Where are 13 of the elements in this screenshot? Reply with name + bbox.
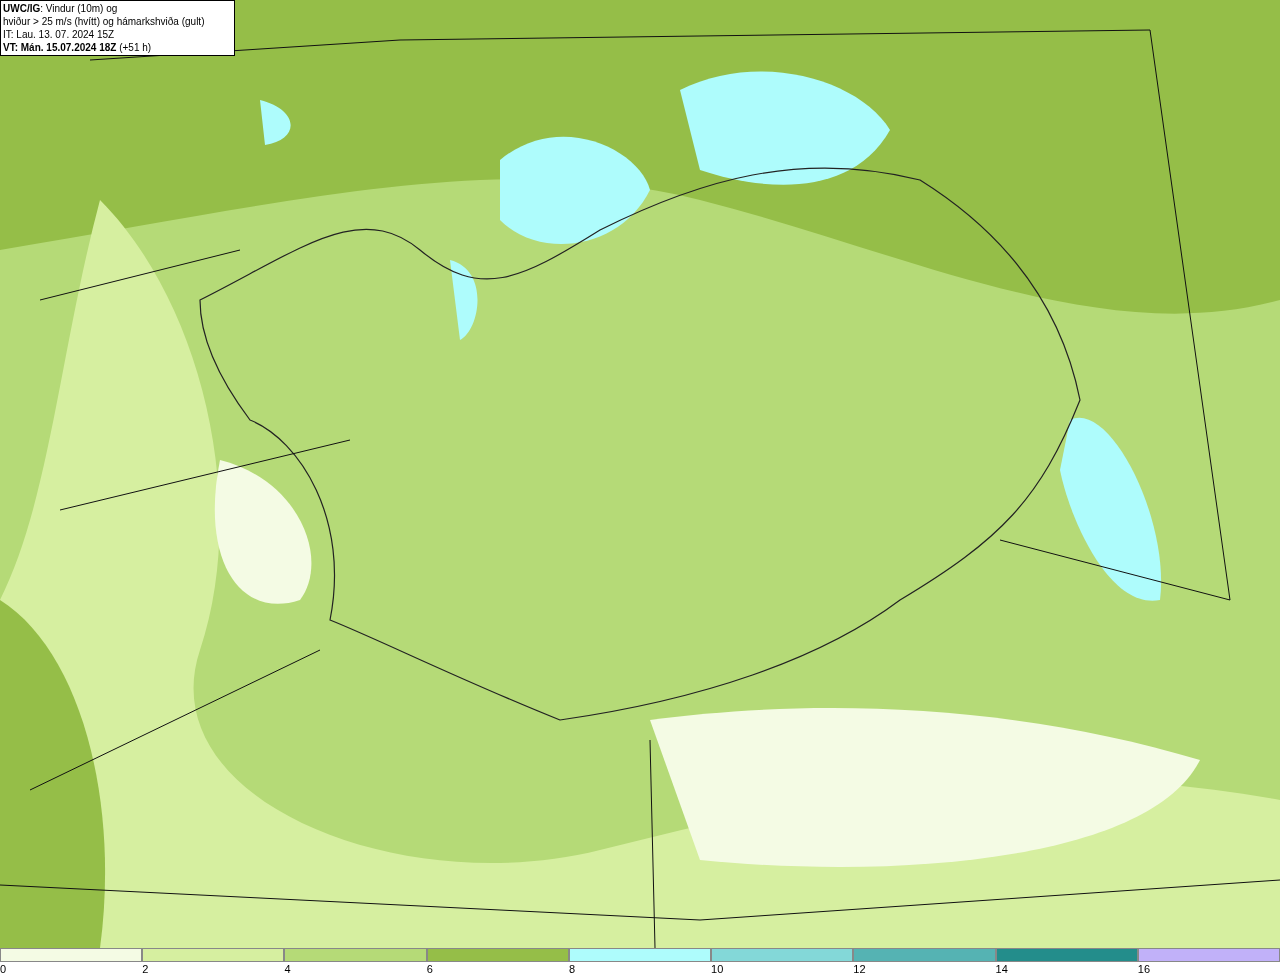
info-text: hviður > 25 m/s (hvítt) og hámarkshviða (gult) [3, 15, 206, 28]
legend-label: 16 [1137, 962, 1150, 977]
legend-label: 8 [568, 962, 575, 977]
info-text: VT: Mán. 15.07.2024 18Z (+51 h) [3, 41, 153, 54]
legend-label: 10 [711, 962, 724, 977]
legend-label: 6 [426, 962, 433, 977]
legend-label: 2 [142, 962, 149, 977]
legend-label: 14 [995, 962, 1008, 977]
info-text: IT: Lau. 13. 07. 2024 15Z [3, 28, 116, 41]
legend-label: 12 [853, 962, 866, 977]
info-text: UWC/IG: Vindur (10m) og [3, 2, 119, 15]
legend-label: 4 [284, 962, 291, 977]
legend-label: 0 [0, 962, 7, 977]
